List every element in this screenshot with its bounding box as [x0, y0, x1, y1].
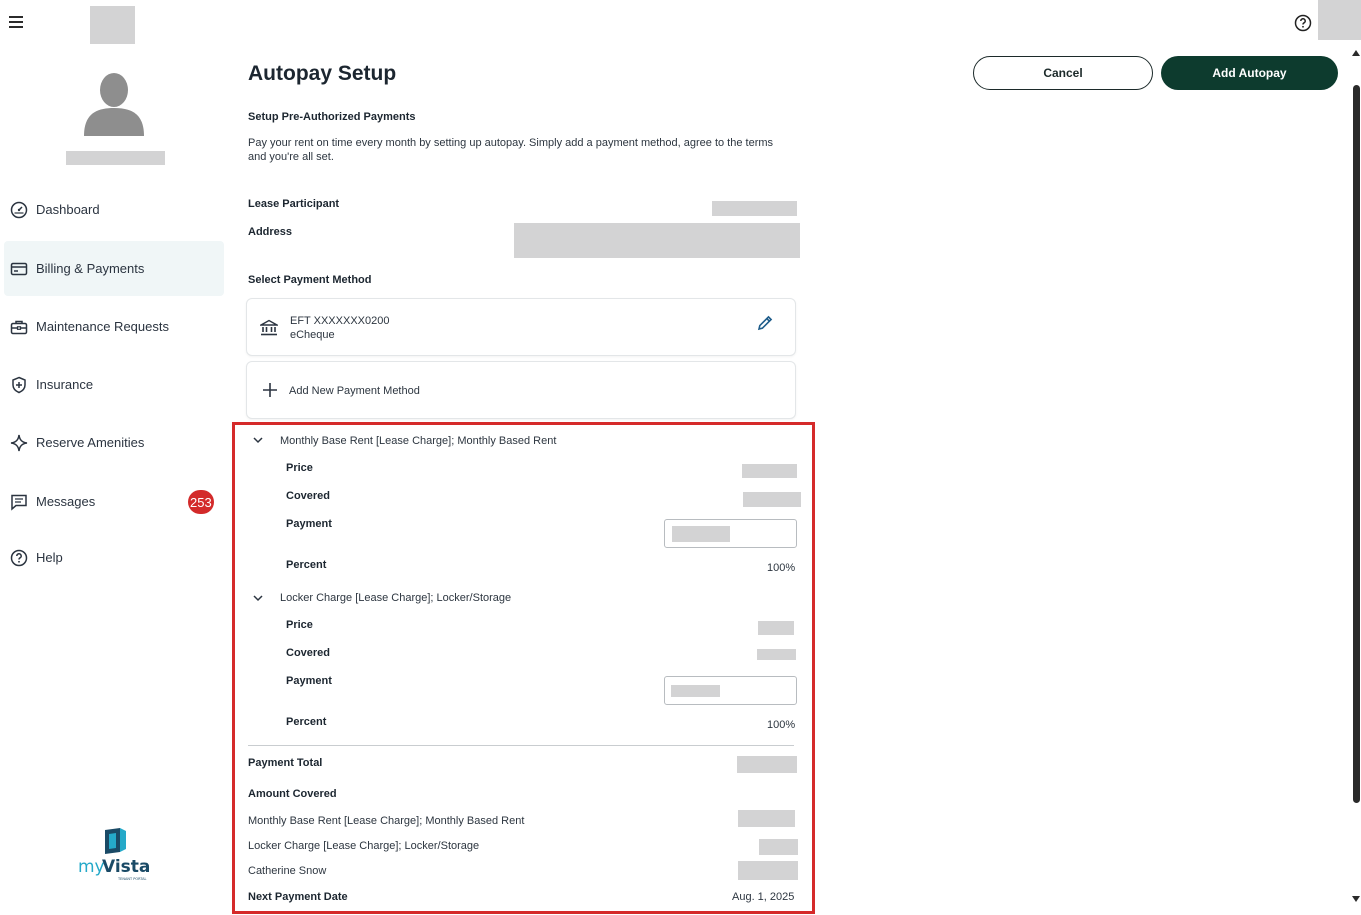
covered-row-label: Locker Charge [Lease Charge]; Locker/Sto…: [248, 840, 480, 852]
unread-count-badge: 253: [188, 490, 214, 514]
sidebar-item-insurance[interactable]: Insurance: [4, 357, 224, 412]
sidebar-item-billing[interactable]: Billing & Payments: [4, 241, 224, 296]
sparkle-icon: [9, 433, 29, 453]
sidebar-item-label: Reserve Amenities: [36, 435, 145, 450]
payment-total-label: Payment Total: [248, 757, 323, 769]
payment-label: Payment: [286, 518, 332, 530]
next-payment-date-value: Aug. 1, 2025: [732, 891, 795, 903]
scroll-up-arrow-icon[interactable]: [1352, 50, 1360, 56]
sidebar-item-label: Maintenance Requests: [36, 319, 169, 334]
summary-divider: [248, 745, 794, 746]
bank-icon: [260, 319, 278, 336]
svg-text:Vista: Vista: [102, 857, 150, 877]
brand-logo-redacted: [90, 6, 135, 44]
sidebar-item-messages[interactable]: Messages 253: [4, 474, 224, 529]
covered-label: Covered: [286, 490, 331, 502]
next-payment-date-label: Next Payment Date: [248, 891, 348, 903]
covered-row-value-redacted: [738, 861, 798, 880]
sidebar-item-help[interactable]: Help: [4, 530, 224, 585]
scrollbar-thumb[interactable]: [1353, 85, 1360, 803]
help-circle-icon[interactable]: [1294, 14, 1312, 32]
toolbox-icon: [9, 317, 29, 337]
sidebar-item-maintenance[interactable]: Maintenance Requests: [4, 299, 224, 354]
covered-row-value-redacted: [738, 810, 795, 827]
user-avatar-redacted[interactable]: [1318, 0, 1361, 40]
shield-plus-icon: [9, 375, 29, 395]
payment-amount-redacted: [671, 685, 720, 697]
percent-value: 100%: [767, 562, 796, 574]
scroll-down-arrow-icon[interactable]: [1352, 896, 1360, 902]
payment-label: Payment: [286, 675, 332, 687]
covered-value-redacted: [743, 492, 801, 507]
charge-title: Monthly Base Rent [Lease Charge]; Monthl…: [280, 435, 557, 447]
sidebar-item-amenities[interactable]: Reserve Amenities: [4, 415, 224, 470]
percent-label: Percent: [286, 559, 327, 571]
help-circle-icon: [9, 548, 29, 568]
dashboard-gauge-icon: [9, 200, 29, 220]
covered-value-redacted: [757, 649, 796, 660]
sidebar-item-dashboard[interactable]: Dashboard: [4, 182, 224, 237]
payment-total-value-redacted: [737, 756, 797, 773]
chevron-down-icon[interactable]: [253, 594, 263, 602]
profile-avatar-icon: [84, 73, 144, 136]
price-label: Price: [286, 462, 313, 474]
plus-icon: [263, 383, 277, 397]
lease-participant-label: Lease Participant: [248, 198, 340, 210]
sidebar-item-label: Insurance: [36, 377, 94, 392]
sidebar-item-label: Dashboard: [36, 202, 100, 217]
payment-amount-input[interactable]: [664, 519, 797, 548]
svg-text:TENANT PORTAL: TENANT PORTAL: [117, 877, 147, 881]
chevron-down-icon[interactable]: [253, 436, 263, 444]
add-payment-method-card[interactable]: Add New Payment Method: [246, 361, 796, 419]
payment-amount-input[interactable]: [664, 676, 797, 705]
add-new-payment-method-label: Add New Payment Method: [289, 385, 420, 397]
percent-value: 100%: [767, 719, 796, 731]
payment-method-type: eCheque: [290, 329, 335, 341]
section-title: Setup Pre-Authorized Payments: [248, 111, 416, 123]
add-autopay-button[interactable]: Add Autopay: [1161, 56, 1338, 90]
credit-card-icon: [9, 259, 29, 279]
price-value-redacted: [758, 621, 794, 635]
section-description: Pay your rent on time every month by set…: [248, 137, 774, 163]
page-title: Autopay Setup: [248, 62, 397, 85]
percent-label: Percent: [286, 716, 327, 728]
message-icon: [9, 492, 29, 512]
myvista-logo: my Vista TENANT PORTAL: [78, 828, 150, 881]
profile-name-redacted: [66, 151, 165, 165]
sidebar-item-label: Messages: [36, 494, 96, 509]
payment-method-name: EFT XXXXXXX0200: [290, 315, 390, 327]
sidebar-item-label: Billing & Payments: [36, 261, 145, 276]
amount-covered-label: Amount Covered: [248, 788, 337, 800]
menu-icon[interactable]: [9, 16, 23, 28]
select-payment-method-label: Select Payment Method: [248, 274, 372, 286]
svg-text:my: my: [78, 857, 105, 877]
covered-label: Covered: [286, 647, 331, 659]
lease-participant-value-redacted: [712, 201, 797, 216]
edit-pencil-icon[interactable]: [756, 314, 774, 332]
payment-amount-redacted: [672, 526, 730, 542]
price-label: Price: [286, 619, 313, 631]
covered-row-label: Catherine Snow: [248, 865, 327, 877]
covered-row-value-redacted: [759, 839, 798, 855]
sidebar-item-label: Help: [36, 550, 63, 565]
cancel-button[interactable]: Cancel: [973, 56, 1153, 90]
covered-row-label: Monthly Base Rent [Lease Charge]; Monthl…: [248, 815, 525, 827]
address-value-redacted: [514, 223, 800, 258]
price-value-redacted: [742, 464, 797, 478]
charge-title: Locker Charge [Lease Charge]; Locker/Sto…: [280, 592, 512, 604]
address-label: Address: [248, 226, 293, 238]
payment-method-card[interactable]: EFT XXXXXXX0200 eCheque: [246, 298, 796, 356]
